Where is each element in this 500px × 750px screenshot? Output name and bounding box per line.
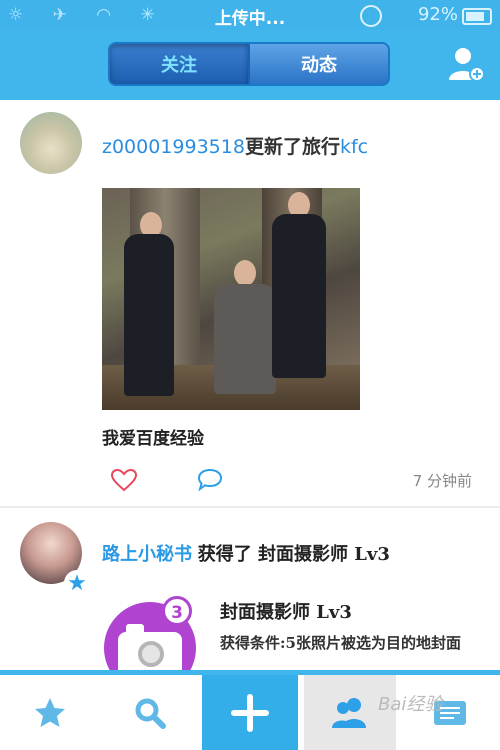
photo-person-head bbox=[234, 260, 256, 286]
feed-post: z00001993518更新了旅行kfc 我爱百度经验 7 分钟前 bbox=[0, 100, 500, 508]
lens bbox=[138, 641, 164, 667]
trip-link[interactable]: kfc bbox=[340, 136, 368, 158]
feed[interactable]: z00001993518更新了旅行kfc 我爱百度经验 7 分钟前 ★ 路上小秘… bbox=[0, 100, 500, 670]
username-link[interactable]: 路上小秘书 bbox=[102, 544, 192, 565]
post-headline: 路上小秘书 获得了 封面摄影师 Lv3 bbox=[102, 540, 390, 566]
star-icon: ★ bbox=[64, 570, 90, 596]
tab-following[interactable]: 关注 bbox=[110, 44, 250, 84]
heart-icon[interactable] bbox=[110, 468, 138, 492]
photo-person bbox=[124, 234, 174, 396]
status-bar: ☼ ✈ ◠ ✳ 上传中... 92% bbox=[0, 0, 500, 30]
post-action: 获得了 封面摄影师 Lv3 bbox=[197, 544, 390, 565]
tab-search[interactable] bbox=[100, 675, 200, 750]
post-time: 7 分钟前 bbox=[412, 472, 472, 490]
plus-icon bbox=[231, 693, 269, 732]
tab-add[interactable] bbox=[202, 675, 298, 750]
top-navbar: 关注 动态 bbox=[0, 30, 500, 100]
add-user-icon[interactable] bbox=[446, 44, 486, 84]
tab-favorites[interactable] bbox=[0, 675, 100, 750]
post-action: 更新了旅行 bbox=[244, 136, 340, 158]
post-photo[interactable] bbox=[102, 188, 360, 410]
star-icon bbox=[35, 697, 65, 727]
orientation-lock-icon bbox=[360, 5, 382, 27]
username-link[interactable]: z00001993518 bbox=[102, 136, 245, 158]
search-icon bbox=[135, 698, 166, 729]
tab-activity[interactable]: 动态 bbox=[250, 44, 388, 84]
battery-icon bbox=[462, 8, 492, 25]
segmented-control: 关注 动态 bbox=[108, 42, 390, 86]
badge-level: 3 bbox=[162, 596, 192, 626]
comment-icon[interactable] bbox=[196, 468, 224, 492]
achievement-title: 封面摄影师 Lv3 bbox=[220, 602, 352, 623]
feed-post: ★ 路上小秘书 获得了 封面摄影师 Lv3 3 封面摄影师 Lv3 获得条件:5… bbox=[0, 508, 500, 670]
avatar[interactable] bbox=[20, 112, 82, 174]
photo-person bbox=[272, 214, 326, 378]
battery-percent: 92% bbox=[417, 4, 458, 25]
watermark: Bai经验 bbox=[378, 694, 443, 715]
people-icon bbox=[332, 697, 366, 728]
post-headline: z00001993518更新了旅行kfc bbox=[102, 132, 368, 159]
camera-icon bbox=[118, 624, 182, 670]
achievement-description: 获得条件:5张照片被选为目的地封面 bbox=[220, 634, 461, 652]
post-caption: 我爱百度经验 bbox=[102, 429, 204, 449]
photo-person bbox=[214, 284, 276, 394]
